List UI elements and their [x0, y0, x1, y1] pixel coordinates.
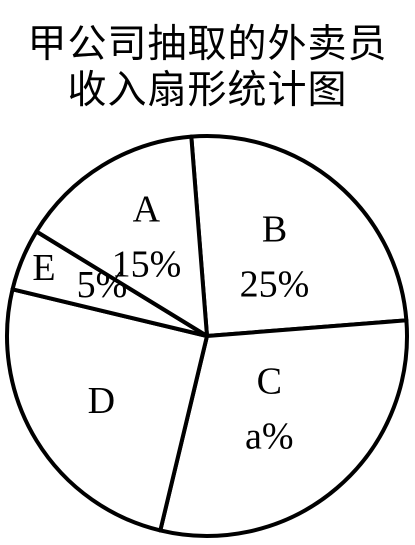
pie-label-value-b: 25%	[240, 263, 310, 305]
pie-chart: B25%Ca%DE 5%A15%	[5, 134, 409, 538]
pie-label-name-d: D	[88, 380, 115, 422]
pie-slice-b	[189, 134, 409, 338]
pie-label-value-a: 15%	[112, 244, 182, 286]
pie-label-name-a: A	[133, 189, 161, 231]
pie-label-name-b: B	[262, 208, 287, 250]
pie-label-name-e: E	[32, 247, 55, 289]
pie-slices	[5, 134, 409, 538]
pie-label-value-c: a%	[245, 416, 294, 458]
pie-label-name-c: C	[257, 361, 282, 403]
